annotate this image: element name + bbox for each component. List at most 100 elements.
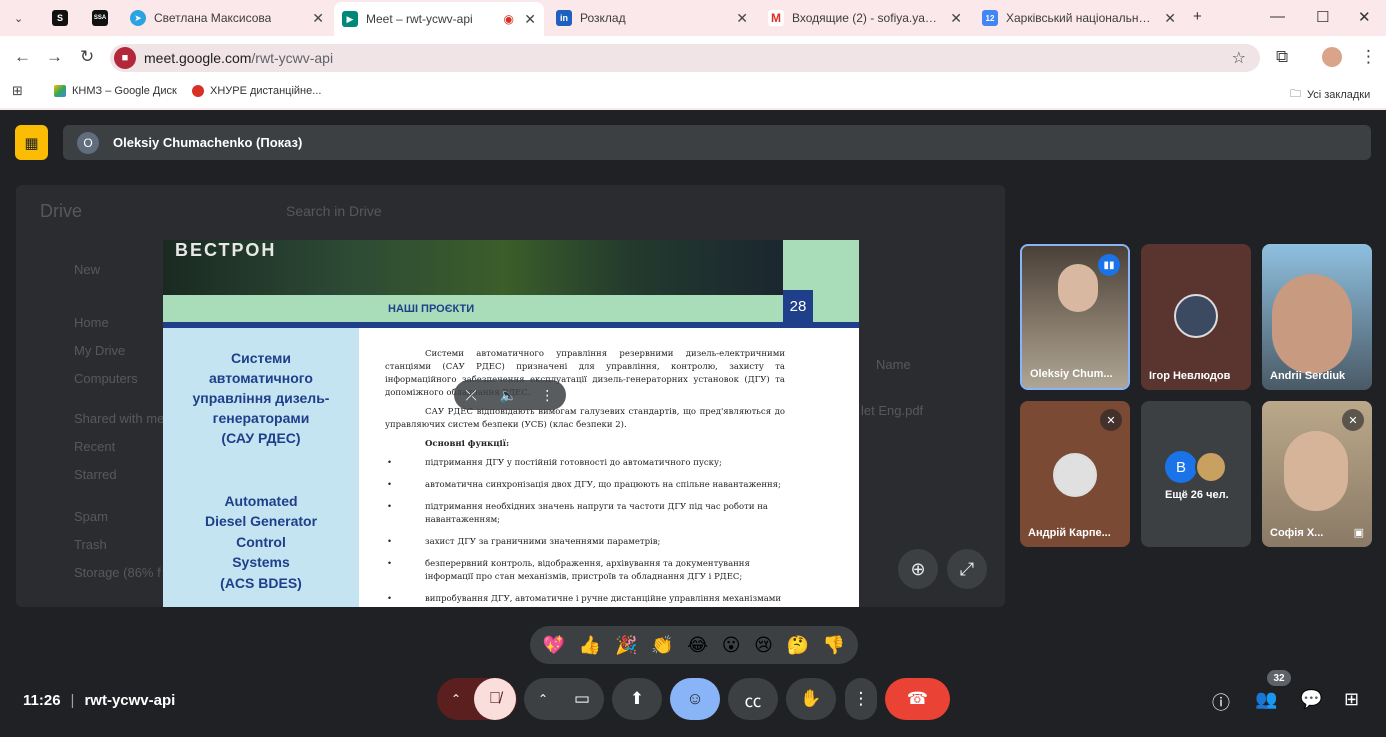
tab-pinned-s[interactable]: S — [44, 4, 78, 32]
slide-bullet: автоматична синхронізація двох ДГУ, що п… — [385, 479, 785, 492]
reaction-sad[interactable]: 😢 — [754, 635, 773, 656]
participant-tile[interactable]: ✕ Софія Х... ▣ — [1262, 401, 1372, 547]
participant-tile[interactable]: Ігор Невлюдов — [1141, 244, 1251, 390]
tab-search-button[interactable]: ⌄ — [6, 4, 38, 32]
leave-call-button[interactable]: ☎ — [885, 678, 950, 720]
drive-nav-item: Starred — [74, 467, 117, 482]
more-options-button[interactable]: ⋮ — [845, 678, 877, 720]
back-icon[interactable]: ← — [14, 47, 31, 67]
camera-options-button[interactable]: ⌃ — [538, 692, 548, 706]
slide-logo: ВЕСТРОН — [175, 240, 277, 260]
reaction-party[interactable]: 🎉 — [615, 635, 637, 656]
minimize-button[interactable]: — — [1270, 8, 1285, 25]
bookmark-nure[interactable]: ХНУРЕ дистанційне... — [192, 85, 321, 97]
present-icon: ⬆ — [629, 689, 645, 708]
people-icon: 👥 — [1255, 689, 1278, 709]
pin-off-icon[interactable]: ⤫ — [466, 387, 477, 404]
slide-paragraph: Системи автоматичного управління резервн… — [385, 349, 785, 398]
meet-app: ▦ O Oleksiy Chumachenko (Показ) Drive Se… — [0, 110, 1386, 737]
chat-button[interactable]: 💬 — [1300, 689, 1322, 710]
reaction-heart[interactable]: 💖 — [543, 635, 565, 656]
chevron-down-icon: ⌄ — [14, 12, 24, 25]
reaction-thinking[interactable]: 🤔 — [787, 635, 809, 656]
profile-avatar[interactable] — [1322, 47, 1342, 67]
participant-tile[interactable]: ✕ Андрій Карпе... — [1020, 401, 1130, 547]
slide-title-line: Automated — [224, 493, 298, 509]
drive-nav-item: Storage (86% f — [74, 565, 161, 580]
reaction-thumbs-up[interactable]: 👍 — [579, 635, 601, 656]
slide-bullet: безперервний контроль, відображення, арх… — [385, 558, 785, 584]
close-icon[interactable]: ✕ — [312, 10, 324, 27]
reaction-clap[interactable]: 👏 — [651, 635, 673, 656]
site-camera-icon[interactable]: ■ — [114, 47, 136, 69]
speaking-icon: ▮▮ — [1098, 254, 1120, 276]
reaction-thumbs-down[interactable]: 👎 — [823, 635, 845, 656]
participant-tile-more[interactable]: B Ещё 26 чел. — [1141, 401, 1251, 547]
recording-icon: ◉ — [503, 12, 514, 26]
drive-nav-item: Home — [74, 315, 109, 330]
stop-presenting-button[interactable]: ▦ — [15, 125, 48, 160]
slide-body: Системи автоматичного управління резервн… — [385, 348, 785, 607]
slide-section-title: НАШІ ПРОЄКТИ — [388, 303, 475, 315]
tab-meet[interactable]: ▶ Meet – rwt-ycwv-api ◉ ✕ — [334, 2, 544, 36]
tab-schedule[interactable]: in Розклад ✕ — [548, 4, 756, 32]
info-button[interactable]: ⓘ — [1212, 689, 1230, 715]
activities-button[interactable]: ⊞ — [1344, 689, 1359, 710]
ssa-icon: SSA — [92, 10, 108, 26]
captions-button[interactable]: ㏄ — [728, 678, 778, 720]
reaction-surprised[interactable]: 😮 — [722, 635, 741, 656]
menu-icon[interactable]: ⋮ — [1360, 47, 1377, 67]
new-tab-button[interactable]: + — [1193, 8, 1202, 25]
slide-title-line: автоматичного — [208, 370, 313, 386]
fullscreen-button[interactable]: ⤢ — [947, 549, 987, 589]
close-icon[interactable]: ✕ — [736, 10, 748, 27]
reload-icon[interactable]: ↻ — [80, 47, 94, 67]
reaction-laugh[interactable]: 😂 — [687, 635, 708, 656]
pip-icon[interactable]: ▣ — [1354, 526, 1364, 539]
participant-tile[interactable]: ▮▮ Oleksiy Chum... — [1020, 244, 1130, 390]
window-close-button[interactable]: ✕ — [1358, 8, 1371, 26]
maximize-button[interactable]: ☐ — [1316, 8, 1329, 26]
extensions-icon[interactable]: ⧉ — [1276, 47, 1288, 67]
present-button[interactable]: ⬆ — [612, 678, 662, 720]
slide-bullet: підтримання ДГУ у постійній готовності д… — [385, 457, 785, 470]
participant-face — [1284, 431, 1348, 511]
slide-bullet: захист ДГУ за граничними значеннями пара… — [385, 536, 785, 549]
avatar: B — [1165, 451, 1197, 483]
drive-nav-item: My Drive — [74, 343, 126, 358]
forward-icon[interactable]: → — [46, 47, 63, 67]
meeting-info: 11:26 | rwt-ycwv-api — [23, 692, 176, 709]
volume-icon[interactable]: 🔈 — [500, 387, 517, 404]
camera-toggle-button[interactable]: ▭ — [561, 678, 603, 720]
tab-gmail[interactable]: M Входящие (2) - sofiya.yakubov ✕ — [760, 4, 970, 32]
apps-grid-icon[interactable]: ⊞ — [12, 83, 23, 99]
star-icon[interactable]: ☆ — [1232, 48, 1246, 68]
hang-up-icon: ☎ — [906, 689, 929, 708]
raise-hand-button[interactable]: ✋ — [786, 678, 836, 720]
people-button[interactable]: 👥 — [1255, 689, 1277, 710]
close-icon[interactable]: ✕ — [524, 11, 536, 28]
presentation-off-icon: ▦ — [24, 134, 39, 152]
tab-telegram[interactable]: ➤ Светлана Максисова ✕ — [122, 4, 332, 32]
more-icon[interactable]: ⋮ — [540, 387, 554, 404]
all-bookmarks[interactable]: 🗀 Усі закладки — [1290, 85, 1370, 104]
mic-options-button[interactable]: ⌃ — [451, 692, 461, 706]
telegram-icon: ➤ — [130, 10, 146, 26]
url-input[interactable]: ■ meet.google.com/rwt-ycwv-api ☆ — [110, 44, 1260, 72]
participant-tile[interactable]: Andrii Serdiuk — [1262, 244, 1372, 390]
drive-file: let Eng.pdf — [861, 403, 924, 418]
emoji-button[interactable]: ☺ — [670, 678, 720, 720]
zoom-button[interactable]: ⊕ — [898, 549, 938, 589]
bookmark-drive[interactable]: КНМЗ – Google Диск — [54, 85, 177, 97]
mic-off-icon: 🎙̸ — [489, 690, 501, 707]
emoji-icon: ☺ — [686, 689, 704, 708]
zoom-in-icon: ⊕ — [910, 558, 926, 579]
slide-paragraph: САУ РДЕС відповідають вимогам галузевих … — [385, 407, 785, 430]
mic-toggle-button[interactable]: 🎙̸ — [474, 678, 516, 720]
tab-calendar[interactable]: 12 Харківський національний ун ✕ — [974, 4, 1184, 32]
close-icon[interactable]: ✕ — [1164, 10, 1176, 27]
meeting-code: rwt-ycwv-api — [84, 692, 176, 709]
close-icon[interactable]: ✕ — [950, 10, 962, 27]
avatar — [1195, 451, 1227, 483]
tab-pinned-ssa[interactable]: SSA — [84, 4, 118, 32]
